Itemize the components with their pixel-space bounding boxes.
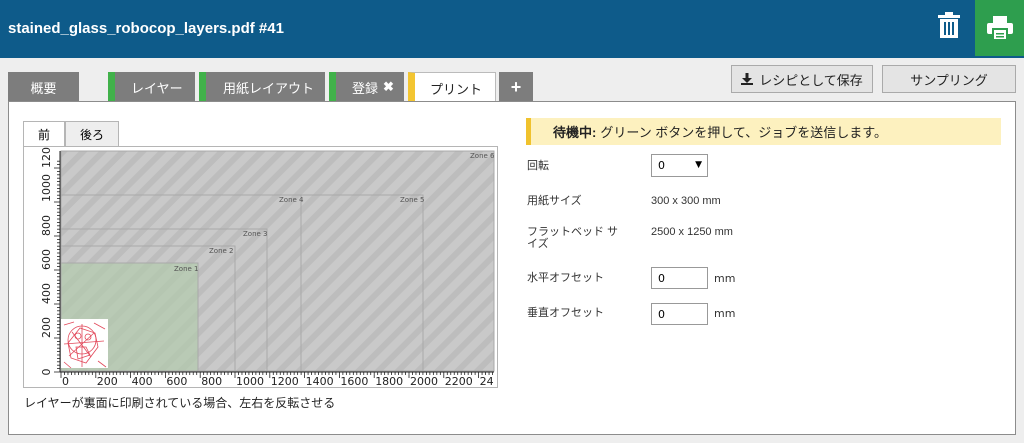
- close-icon[interactable]: ✖: [383, 79, 394, 95]
- x-tick-label: 1800: [375, 375, 403, 388]
- zone-label: Zone 4: [279, 196, 304, 204]
- y-tick-label: 0: [40, 369, 53, 376]
- x-tick-label: 400: [132, 375, 153, 388]
- tab-registration[interactable]: 登録 ✖: [329, 72, 404, 102]
- zone-label: Zone 5: [400, 196, 425, 204]
- zone-label: Zone 2: [209, 247, 234, 255]
- x-tick-label: 600: [166, 375, 187, 388]
- x-tick-label: 1200: [271, 375, 299, 388]
- flatbed-size-label: フラットベッド サイズ: [527, 226, 619, 250]
- flatbed-size-value: 2500 x 1250 mm: [651, 226, 733, 238]
- status-banner: 待機中: グリーン ボタンを押して、ジョブを送信します。: [526, 118, 1001, 145]
- paper-size-value: 300 x 300 mm: [651, 195, 721, 207]
- tab-overview[interactable]: 概要: [8, 72, 79, 102]
- zone-label: Zone 6: [470, 152, 495, 160]
- download-icon: [741, 73, 754, 85]
- y-tick-label: 600: [40, 249, 53, 270]
- chevron-down-icon: ▼: [695, 160, 702, 170]
- plus-icon: +: [510, 76, 522, 97]
- tab-layers[interactable]: レイヤー: [108, 72, 195, 102]
- h-offset-unit: mm: [714, 272, 736, 285]
- mirror-note: レイヤーが裏面に印刷されている場合、左右を反転させる: [24, 396, 336, 410]
- status-label: 待機中:: [553, 125, 597, 140]
- printer-icon: [986, 16, 1013, 40]
- status-message: グリーン ボタンを押して、ジョブを送信します。: [600, 125, 887, 140]
- rotation-select[interactable]: 0 ▼: [651, 154, 708, 177]
- x-tick-label: 1000: [236, 375, 264, 388]
- zone-label: Zone 3: [243, 230, 268, 238]
- top-header: stained_glass_robocop_layers.pdf #41: [0, 0, 1024, 58]
- sampling-button[interactable]: サンプリング: [882, 65, 1016, 93]
- x-tick-label: 1400: [306, 375, 334, 388]
- v-offset-unit: mm: [714, 307, 736, 320]
- y-tick-label: 400: [40, 283, 53, 304]
- y-tick-label: 1000: [40, 174, 53, 202]
- v-offset-input[interactable]: 0: [651, 303, 708, 325]
- tab-paper-layout[interactable]: 用紙レイアウト: [199, 72, 325, 102]
- x-tick-label: 800: [201, 375, 222, 388]
- x-tick-label: 24: [480, 375, 494, 388]
- zone-label: Zone 1: [174, 265, 199, 273]
- x-tick-label: 1600: [340, 375, 368, 388]
- y-tick-label: 200: [40, 317, 53, 338]
- x-tick-label: 2200: [445, 375, 473, 388]
- trash-icon[interactable]: [938, 12, 966, 44]
- x-tick-label: 2000: [410, 375, 438, 388]
- x-tick-label: 200: [97, 375, 118, 388]
- save-as-recipe-button[interactable]: レシピとして保存: [731, 65, 873, 93]
- rotation-label: 回転: [527, 160, 549, 172]
- add-tab-button[interactable]: +: [499, 72, 533, 102]
- tab-front[interactable]: 前: [23, 121, 65, 147]
- h-offset-label: 水平オフセット: [527, 272, 604, 284]
- h-offset-input[interactable]: 0: [651, 267, 708, 289]
- x-tick-label: 0: [62, 375, 69, 388]
- v-offset-label: 垂直オフセット: [527, 307, 604, 319]
- tab-print[interactable]: プリント: [408, 72, 496, 103]
- print-button[interactable]: [975, 0, 1024, 56]
- y-tick-label: 1200: [40, 147, 53, 168]
- y-tick-label: 800: [40, 215, 53, 236]
- paper-size-label: 用紙サイズ: [527, 195, 582, 207]
- tab-back[interactable]: 後ろ: [65, 121, 119, 147]
- flatbed-preview[interactable]: Zone 1 Zone 2 Zone 3 Zone 4 Zone 5 Zone …: [23, 146, 498, 388]
- document-title: stained_glass_robocop_layers.pdf #41: [8, 20, 284, 37]
